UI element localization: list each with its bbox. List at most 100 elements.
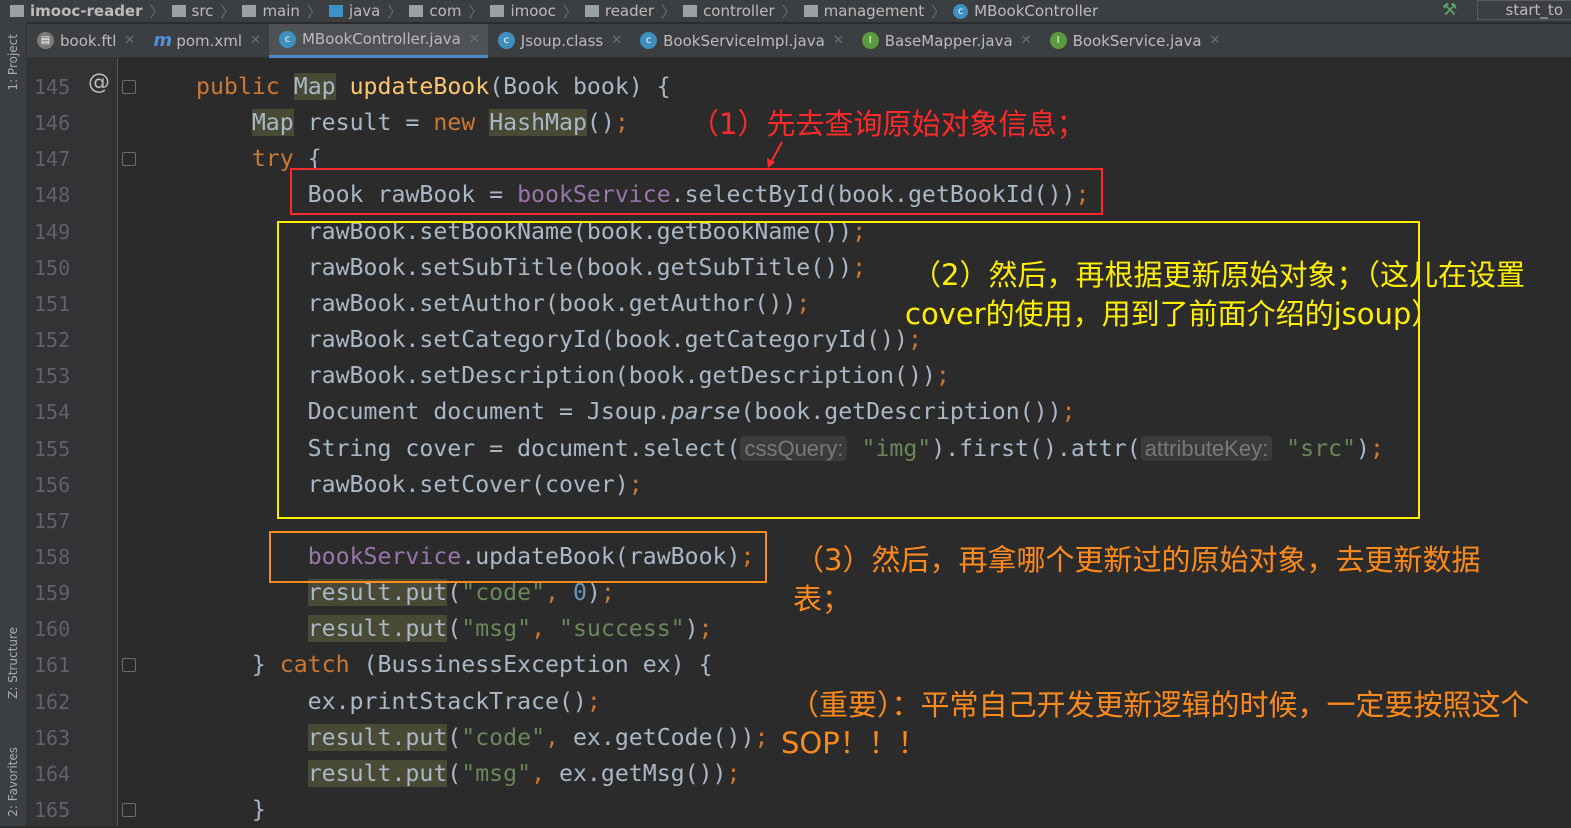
breadcrumb-label: main [262,2,299,20]
close-tab-icon[interactable]: ✕ [124,33,135,48]
interface-icon: I [1050,32,1067,49]
breadcrumb-item[interactable]: main 〉 [242,1,329,22]
line-number: 146 [34,105,74,141]
code-token: , [531,760,559,787]
code-token: ) [587,579,601,606]
annotation-arrow-icon [760,138,790,170]
fold-marker-icon[interactable] [122,658,136,672]
folder-icon [804,5,818,17]
folder-icon [409,5,423,17]
code-token: ; [587,688,601,715]
code-token: "msg" [461,760,531,787]
code-token: HashMap [489,109,587,136]
annotation-step2-line1: （2）然后，再根据更新原始对象；（这儿在设置 [912,257,1525,293]
code-token [196,760,308,787]
code-token: "success" [559,615,685,642]
close-tab-icon[interactable]: ✕ [1021,33,1032,48]
line-number: 147 [34,141,74,177]
run-configuration-select[interactable]: start_to [1477,0,1571,20]
code-token: ex.printStackTrace() [196,688,587,715]
tab-bookserviceimpl-java[interactable]: cBookServiceImpl.java✕ [630,24,852,58]
line-number: 161 [34,647,74,683]
code-token: } [196,796,266,823]
breadcrumb-label: MBookController [974,2,1098,20]
breadcrumb-item[interactable]: java〉 [329,1,409,22]
tab-label: BookService.java [1073,32,1202,50]
breadcrumb-item[interactable]: controller〉 [683,1,804,22]
code-token [196,615,308,642]
line-number: 162 [34,684,74,720]
annotation-box-step3 [269,531,767,583]
code-token: result = [294,109,434,136]
breadcrumb-item[interactable]: imooc-reader 〉 [10,1,172,22]
code-text: public Map updateBook(Book book) { [196,69,671,105]
code-token: ( [447,579,461,606]
tab-basemapper-java[interactable]: IBaseMapper.java✕ [852,24,1040,58]
breadcrumb-item[interactable]: cMBookController [953,2,1098,20]
breadcrumb-separator-icon: 〉 [220,1,235,22]
folder-icon [172,5,186,17]
class-icon: c [279,31,296,48]
annotation-important-line2: SOP！！！ [781,725,927,761]
tab-bookservice-java[interactable]: I BookService.java ✕ [1040,24,1229,58]
code-token: , [531,615,559,642]
breadcrumb-separator-icon: 〉 [150,1,165,22]
code-token [196,109,252,136]
tab-label: Jsoup.class [521,32,603,50]
line-number: 159 [34,575,74,611]
annotation-box-step1 [290,168,1103,215]
line-number: 158 [34,539,74,575]
code-text: result.put("msg", "success"); [196,611,713,647]
code-token: , [545,724,573,751]
tab-mbookcontroller-java[interactable]: c MBookController.java ✕ [269,24,488,58]
breadcrumb-label: imooc-reader [30,2,143,20]
tab-pom-xml[interactable]: mpom.xml✕ [143,24,269,58]
fold-marker-icon[interactable] [122,80,136,94]
close-tab-icon[interactable]: ✕ [250,33,261,48]
code-token: try [252,145,294,172]
breadcrumb-separator-icon: 〉 [468,1,483,22]
build-hammer-icon[interactable]: ⚒ [1442,0,1457,20]
code-token: public [196,73,294,100]
code-text: } [196,792,266,828]
breadcrumb-separator-icon: 〉 [563,1,578,22]
breadcrumb-item[interactable]: src〉 [172,1,243,22]
tab-book-ftl[interactable]: ▤book.ftl✕ [27,24,143,58]
fold-marker-icon[interactable] [122,803,136,817]
code-token: ; [727,760,741,787]
close-tab-icon[interactable]: ✕ [833,33,844,48]
line-number: 160 [34,611,74,647]
close-tab-icon[interactable]: ✕ [1210,33,1221,48]
code-token: (Book book) { [489,73,670,100]
breadcrumb-label: management [824,2,924,20]
code-text: } catch (BussinessException ex) { [196,647,713,683]
folder-icon [10,5,24,17]
tab-label: MBookController.java [302,30,461,48]
close-tab-icon[interactable]: ✕ [469,32,480,47]
breadcrumb-item[interactable]: com〉 [409,1,490,22]
code-token: ; [615,109,629,136]
code-token: Map [294,73,336,100]
code-token: ( [447,760,461,787]
code-token: Map [252,109,294,136]
code-token: "code" [461,724,545,751]
code-token: ( [447,615,461,642]
folder-icon [585,5,599,17]
tab-jsoup-class[interactable]: cJsoup.class✕ [488,24,630,58]
annotation-important-line1: （重要）：平常自己开发更新逻辑的时候，一定要按照这个 [790,687,1530,723]
breadcrumb-item[interactable]: imooc〉 [490,1,584,22]
fold-marker-icon[interactable] [122,152,136,166]
breadcrumb: imooc-reader〉src〉main〉java〉com〉imooc〉rea… [0,0,1571,22]
folder-icon [242,5,256,17]
close-tab-icon[interactable]: ✕ [611,33,622,48]
code-token: } [196,651,280,678]
code-token: result.put [308,760,448,787]
breadcrumb-separator-icon: 〉 [661,1,676,22]
ftl-file-icon: ▤ [37,32,54,49]
line-number: 163 [34,720,74,756]
code-token: "msg" [461,615,531,642]
breadcrumb-label: controller [703,2,775,20]
breadcrumb-item[interactable]: management〉 [804,1,954,22]
breadcrumb-separator-icon: 〉 [307,1,322,22]
breadcrumb-item[interactable]: reader〉 [585,1,683,22]
